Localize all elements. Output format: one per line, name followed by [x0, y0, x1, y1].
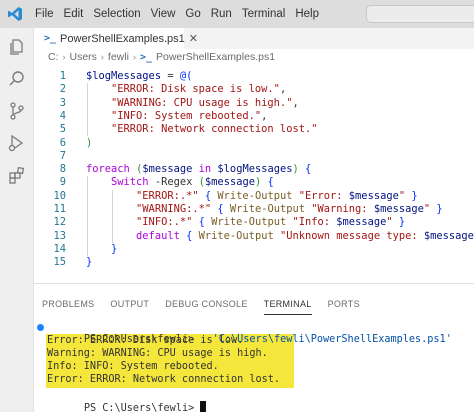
line-number: 9 [59, 176, 66, 189]
menu-help[interactable]: Help [290, 0, 324, 28]
tab-terminal[interactable]: TERMINAL [256, 294, 320, 315]
terminal-output-line: Error: ERROR: Network connection lost. [47, 374, 281, 385]
code-text: } [86, 256, 93, 269]
terminal-output-line: Info: INFO: System rebooted. [47, 361, 219, 372]
line-number: 4 [59, 109, 66, 122]
powershell-file-icon: >_ [44, 33, 57, 44]
activity-bar [0, 28, 34, 412]
run-debug-icon[interactable] [6, 132, 28, 154]
terminal-command-line: PS C:\Users\fewli> . 'C:\Users\fewli\Pow… [47, 320, 452, 345]
line-number: 6 [59, 136, 66, 149]
line-number: 15 [53, 256, 66, 269]
breadcrumb-item[interactable]: C: [48, 51, 59, 63]
code-text: "WARNING: CPU usage is high.", [111, 96, 299, 109]
chevron-right-icon: › [100, 52, 104, 62]
terminal[interactable]: PS C:\Users\fewli> . 'C:\Users\fewli\Pow… [34, 320, 474, 412]
menu-file[interactable]: File [30, 0, 59, 28]
line-number: 2 [59, 83, 66, 96]
code-line[interactable]: 10 "ERROR:.*" { Write-Output "Error: $me… [34, 189, 474, 203]
menu-bar: File Edit Selection View Go Run Terminal… [30, 0, 324, 28]
terminal-output-line: Error: ERROR: Disk space is low. [47, 335, 244, 346]
code-text: "INFO: System rebooted.", [111, 109, 268, 122]
line-number: 14 [53, 242, 66, 255]
command-center-search[interactable] [366, 5, 474, 23]
editor-tab[interactable]: >_ PowerShellExamples.ps1 ✕ [34, 28, 198, 49]
code-line[interactable]: 8 foreach ($message in $logMessages) { [34, 163, 474, 176]
title-bar: File Edit Selection View Go Run Terminal… [0, 0, 474, 28]
menu-terminal[interactable]: Terminal [237, 0, 290, 28]
tab-output[interactable]: OUTPUT [102, 294, 157, 314]
editor-tab-bar: >_ PowerShellExamples.ps1 ✕ [34, 28, 474, 49]
tab-debug-console[interactable]: DEBUG CONSOLE [157, 294, 255, 314]
line-number: 3 [59, 96, 66, 109]
line-number: 10 [53, 189, 66, 202]
breadcrumb-item[interactable]: PowerShellExamples.ps1 [156, 51, 275, 63]
code-text: $logMessages = @( [86, 70, 193, 82]
line-number: 8 [59, 163, 66, 176]
code-text: "INFO:.*" { Write-Output "Info: $message… [136, 216, 406, 229]
code-text: } [111, 242, 118, 255]
menu-view[interactable]: View [146, 0, 181, 28]
code-line[interactable]: 2 "ERROR: Disk space is low.", [34, 83, 474, 97]
code-line[interactable]: 1 $logMessages = @( [34, 70, 474, 83]
code-line[interactable]: 9 Switch -Regex ($message) { [34, 176, 474, 190]
terminal-prompt: PS C:\Users\fewli> [83, 403, 201, 412]
line-number: 12 [53, 216, 66, 229]
menu-run[interactable]: Run [206, 0, 237, 28]
line-number: 1 [59, 70, 66, 82]
command-decoration-icon[interactable] [37, 324, 44, 331]
breadcrumb-item[interactable]: Users [70, 51, 97, 63]
extensions-icon[interactable] [6, 164, 28, 186]
code-line[interactable]: 11 "WARNING:.*" { Write-Output "Warning:… [34, 203, 474, 217]
bottom-panel: PROBLEMS OUTPUT DEBUG CONSOLE TERMINAL P… [34, 283, 474, 412]
code-text: ) [86, 136, 93, 149]
terminal-prompt-line: PS C:\Users\fewli> [47, 388, 207, 412]
line-number: 13 [53, 229, 66, 242]
code-line[interactable]: 3 "WARNING: CPU usage is high.", [34, 96, 474, 110]
explorer-icon[interactable] [6, 36, 28, 58]
breadcrumb-item[interactable]: fewli [108, 51, 129, 63]
code-line[interactable]: 7 [34, 150, 474, 163]
code-text: foreach ($message in $logMessages) { [86, 163, 312, 176]
line-number: 5 [59, 123, 66, 136]
code-text: "WARNING:.*" { Write-Output "Warning: $m… [136, 203, 443, 215]
tab-problems[interactable]: PROBLEMS [34, 294, 102, 314]
code-text: Switch -Regex ($message) { [111, 176, 274, 189]
vscode-logo-icon [0, 0, 30, 28]
menu-edit[interactable]: Edit [59, 0, 89, 28]
powershell-file-icon: >_ [139, 51, 152, 63]
code-text: default { Write-Output "Unknown message … [136, 229, 474, 242]
chevron-right-icon: › [132, 52, 136, 62]
panel-tab-bar: PROBLEMS OUTPUT DEBUG CONSOLE TERMINAL P… [34, 294, 368, 315]
code-text: "ERROR:.*" { Write-Output "Error: $messa… [136, 189, 418, 202]
code-line[interactable]: 14 } [34, 242, 474, 257]
terminal-output-line: Warning: WARNING: CPU usage is high. [47, 348, 268, 359]
code-editor[interactable]: 1 $logMessages = @(2 "ERROR: Disk space i… [34, 65, 474, 283]
line-number: 7 [59, 149, 66, 162]
breadcrumb: C: › Users › fewli › >_ PowerShellExampl… [34, 49, 474, 65]
code-text: "ERROR: Disk space is low.", [111, 83, 287, 96]
code-text: "ERROR: Network connection lost." [111, 123, 318, 136]
terminal-cursor [200, 401, 207, 412]
search-icon[interactable] [6, 68, 28, 90]
code-line[interactable]: 13 default { Write-Output "Unknown messa… [34, 229, 474, 243]
close-icon[interactable]: ✕ [189, 32, 198, 45]
source-control-icon[interactable] [6, 100, 28, 122]
chevron-right-icon: › [62, 52, 66, 62]
code-line[interactable]: 6) [34, 137, 474, 150]
code-line[interactable]: 15} [34, 256, 474, 269]
menu-selection[interactable]: Selection [88, 0, 145, 28]
code-line[interactable]: 12 "INFO:.*" { Write-Output "Info: $mess… [34, 216, 474, 230]
editor-tab-label: PowerShellExamples.ps1 [60, 32, 185, 45]
code-line[interactable]: 5 "ERROR: Network connection lost." [34, 123, 474, 137]
code-line[interactable]: 4 "INFO: System rebooted.", [34, 109, 474, 124]
tab-ports[interactable]: PORTS [320, 294, 368, 314]
line-number: 11 [53, 203, 66, 215]
menu-go[interactable]: Go [180, 0, 205, 28]
